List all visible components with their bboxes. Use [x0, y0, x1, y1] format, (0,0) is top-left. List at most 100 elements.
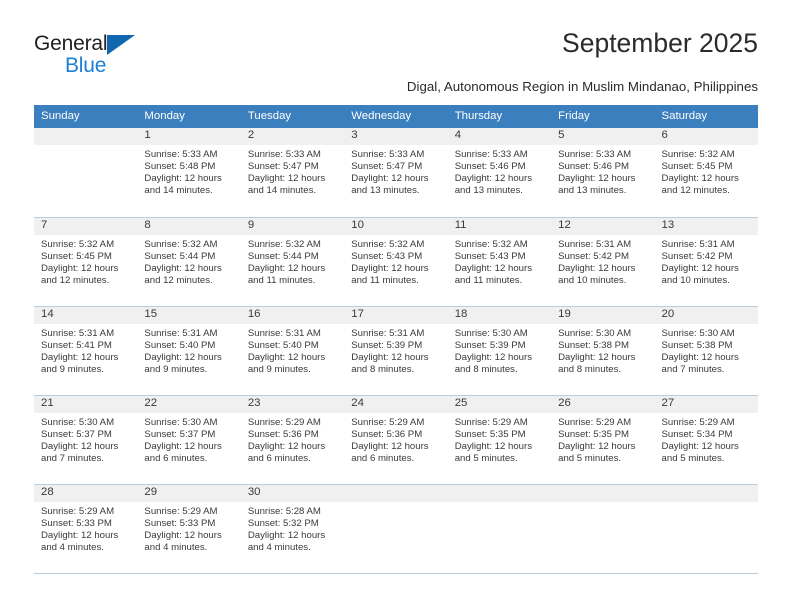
calendar-day-cell[interactable]: 22 Sunrise: 5:30 AM Sunset: 5:37 PM Dayligh…: [137, 395, 241, 485]
sunrise-text: Sunrise: 5:29 AM: [41, 505, 115, 517]
calendar-day-cell[interactable]: 16 Sunrise: 5:31 AM Sunset: 5:40 PM Dayligh…: [240, 306, 345, 396]
calendar-day-cell[interactable]: 7 Sunrise: 5:32 AM Sunset: 5:45 PM Daylight…: [34, 217, 138, 307]
day-details: Sunrise: 5:33 AM Sunset: 5:47 PM Daylight:…: [344, 145, 447, 197]
day-details: Sunrise: 5:33 AM Sunset: 5:48 PM Daylight:…: [137, 145, 240, 197]
calendar-day-cell[interactable]: 17 Sunrise: 5:31 AM Sunset: 5:39 PM Dayligh…: [344, 306, 448, 396]
daylight-text-line2: and 7 minutes.: [661, 363, 725, 375]
daylight-text-line2: and 6 minutes.: [144, 452, 208, 464]
calendar-day-cell[interactable]: 8 Sunrise: 5:32 AM Sunset: 5:44 PM Daylight…: [137, 217, 241, 307]
calendar-day-cell[interactable]: 12 Sunrise: 5:31 AM Sunset: 5:42 PM Dayligh…: [551, 217, 655, 307]
calendar-day-cell[interactable]: 11 Sunrise: 5:32 AM Sunset: 5:43 PM Dayligh…: [447, 217, 552, 307]
day-number: 18: [447, 306, 552, 324]
calendar-day-cell[interactable]: 15 Sunrise: 5:31 AM Sunset: 5:40 PM Dayligh…: [137, 306, 241, 396]
calendar-week-row: 14 Sunrise: 5:31 AM Sunset: 5:41 PM Dayligh…: [34, 306, 758, 396]
calendar-day-cell[interactable]: 19 Sunrise: 5:30 AM Sunset: 5:38 PM Dayligh…: [551, 306, 655, 396]
calendar-day-cell[interactable]: 26 Sunrise: 5:29 AM Sunset: 5:35 PM Dayligh…: [551, 395, 655, 485]
calendar-day-cell[interactable]: 3 Sunrise: 5:33 AM Sunset: 5:47 PM Daylight…: [344, 128, 448, 218]
calendar-week-row: 21 Sunrise: 5:30 AM Sunset: 5:37 PM Dayligh…: [34, 395, 758, 485]
day-number: 6: [654, 128, 758, 145]
weekday-header-saturday: Saturday: [654, 105, 758, 128]
daylight-text-line2: and 14 minutes.: [247, 185, 317, 197]
sunset-text: Sunset: 5:43 PM: [351, 250, 423, 262]
daylight-text-line1: Daylight: 12 hours: [661, 262, 739, 274]
day-number: 15: [137, 306, 241, 324]
calendar-day-cell[interactable]: 18 Sunrise: 5:30 AM Sunset: 5:39 PM Dayligh…: [447, 306, 552, 396]
daylight-text-line1: Daylight: 12 hours: [661, 440, 739, 452]
day-number: 17: [344, 306, 448, 324]
sunrise-text: Sunrise: 5:30 AM: [454, 327, 528, 339]
daylight-text-line1: Daylight: 12 hours: [144, 529, 222, 541]
daylight-text-line2: and 9 minutes.: [247, 363, 311, 375]
day-number: 26: [551, 395, 655, 413]
sunrise-text: Sunrise: 5:29 AM: [144, 505, 218, 517]
day-number: 25: [447, 395, 552, 413]
logo-text-general: General: [34, 32, 108, 55]
daylight-text-line1: Daylight: 12 hours: [351, 351, 429, 363]
daylight-text-line2: and 12 minutes.: [661, 185, 730, 197]
sunset-text: Sunset: 5:38 PM: [558, 339, 630, 351]
daylight-text-line2: and 12 minutes.: [144, 274, 213, 286]
day-number: 21: [34, 395, 138, 413]
calendar-day-cell[interactable]: 24 Sunrise: 5:29 AM Sunset: 5:36 PM Dayligh…: [344, 395, 448, 485]
sunrise-text: Sunrise: 5:30 AM: [41, 416, 115, 428]
day-details: Sunrise: 5:29 AM Sunset: 5:33 PM Daylight:…: [137, 502, 240, 554]
calendar-day-cell[interactable]: 21 Sunrise: 5:30 AM Sunset: 5:37 PM Dayligh…: [34, 395, 138, 485]
calendar-body: 1 Sunrise: 5:33 AM Sunset: 5:48 PM Daylight…: [34, 128, 758, 574]
daylight-text-line1: Daylight: 12 hours: [454, 440, 533, 452]
daylight-text-line1: Daylight: 12 hours: [247, 262, 326, 274]
calendar-day-cell[interactable]: 30 Sunrise: 5:28 AM Sunset: 5:32 PM Dayligh…: [240, 484, 345, 574]
calendar-day-cell[interactable]: 28 Sunrise: 5:29 AM Sunset: 5:33 PM Dayligh…: [34, 484, 138, 574]
calendar-day-cell[interactable]: 2 Sunrise: 5:33 AM Sunset: 5:47 PM Daylight…: [240, 128, 345, 218]
calendar-day-cell[interactable]: 4 Sunrise: 5:33 AM Sunset: 5:46 PM Daylight…: [447, 128, 552, 218]
daylight-text-line2: and 10 minutes.: [661, 274, 730, 286]
sunset-text: Sunset: 5:48 PM: [144, 161, 216, 173]
calendar-week-row: 28 Sunrise: 5:29 AM Sunset: 5:33 PM Dayligh…: [34, 484, 758, 574]
day-number: 7: [34, 217, 138, 235]
sunset-text: Sunset: 5:41 PM: [41, 339, 112, 351]
calendar-day-cell[interactable]: 1 Sunrise: 5:33 AM Sunset: 5:48 PM Daylight…: [137, 128, 241, 218]
sunrise-text: Sunrise: 5:32 AM: [661, 149, 735, 160]
calendar-day-cell-empty: [344, 484, 448, 574]
general-blue-logo[interactable]: General Blue: [34, 32, 234, 84]
calendar-day-cell[interactable]: 13 Sunrise: 5:31 AM Sunset: 5:42 PM Dayligh…: [654, 217, 758, 307]
daylight-text-line1: Daylight: 12 hours: [41, 351, 119, 363]
calendar-day-cell[interactable]: 23 Sunrise: 5:29 AM Sunset: 5:36 PM Dayligh…: [240, 395, 345, 485]
sunset-text: Sunset: 5:46 PM: [454, 161, 526, 173]
sunset-text: Sunset: 5:34 PM: [661, 428, 733, 440]
calendar-day-cell[interactable]: 25 Sunrise: 5:29 AM Sunset: 5:35 PM Dayligh…: [447, 395, 552, 485]
calendar-day-cell[interactable]: 9 Sunrise: 5:32 AM Sunset: 5:44 PM Daylight…: [240, 217, 345, 307]
sunrise-text: Sunrise: 5:30 AM: [144, 416, 218, 428]
sunset-text: Sunset: 5:35 PM: [558, 428, 630, 440]
calendar-day-cell[interactable]: 20 Sunrise: 5:30 AM Sunset: 5:38 PM Dayligh…: [654, 306, 758, 396]
day-details: Sunrise: 5:31 AM Sunset: 5:41 PM Daylight:…: [34, 324, 137, 376]
calendar-day-cell[interactable]: 14 Sunrise: 5:31 AM Sunset: 5:41 PM Dayligh…: [34, 306, 138, 396]
calendar-day-cell[interactable]: 29 Sunrise: 5:29 AM Sunset: 5:33 PM Dayligh…: [137, 484, 241, 574]
calendar-day-cell[interactable]: 5 Sunrise: 5:33 AM Sunset: 5:46 PM Daylight…: [551, 128, 655, 218]
daylight-text-line2: and 9 minutes.: [144, 363, 208, 375]
calendar-day-cell[interactable]: 6 Sunrise: 5:32 AM Sunset: 5:45 PM Daylight…: [654, 128, 758, 218]
daylight-text-line1: Daylight: 12 hours: [144, 440, 222, 452]
day-number: 9: [240, 217, 345, 235]
sunset-text: Sunset: 5:47 PM: [351, 161, 423, 173]
sunset-text: Sunset: 5:37 PM: [41, 428, 112, 440]
calendar-day-cell[interactable]: 10 Sunrise: 5:32 AM Sunset: 5:43 PM Dayligh…: [344, 217, 448, 307]
sunrise-text: Sunrise: 5:31 AM: [558, 238, 632, 250]
sunset-text: Sunset: 5:46 PM: [558, 161, 630, 173]
calendar-page: General Blue September 2025 Digal, Auton…: [0, 0, 792, 612]
daylight-text-line1: Daylight: 12 hours: [41, 529, 119, 541]
daylight-text-line1: Daylight: 12 hours: [454, 351, 533, 363]
calendar-day-cell[interactable]: 27 Sunrise: 5:29 AM Sunset: 5:34 PM Dayligh…: [654, 395, 758, 485]
sunrise-text: Sunrise: 5:32 AM: [247, 238, 321, 250]
daylight-text-line1: Daylight: 12 hours: [351, 262, 429, 274]
daylight-text-line2: and 9 minutes.: [41, 363, 104, 375]
weekday-header-friday: Friday: [551, 105, 655, 128]
day-details: Sunrise: 5:31 AM Sunset: 5:40 PM Daylight:…: [241, 324, 344, 376]
weekday-header-tuesday: Tuesday: [240, 105, 345, 128]
day-number: 14: [34, 306, 138, 324]
calendar-day-cell-empty: [34, 128, 138, 218]
daylight-text-line1: Daylight: 12 hours: [41, 440, 119, 452]
day-number: 1: [137, 128, 241, 145]
sunrise-text: Sunrise: 5:31 AM: [41, 327, 115, 339]
sunrise-text: Sunrise: 5:31 AM: [661, 238, 735, 250]
day-details: Sunrise: 5:29 AM Sunset: 5:36 PM Daylight:…: [344, 413, 447, 465]
